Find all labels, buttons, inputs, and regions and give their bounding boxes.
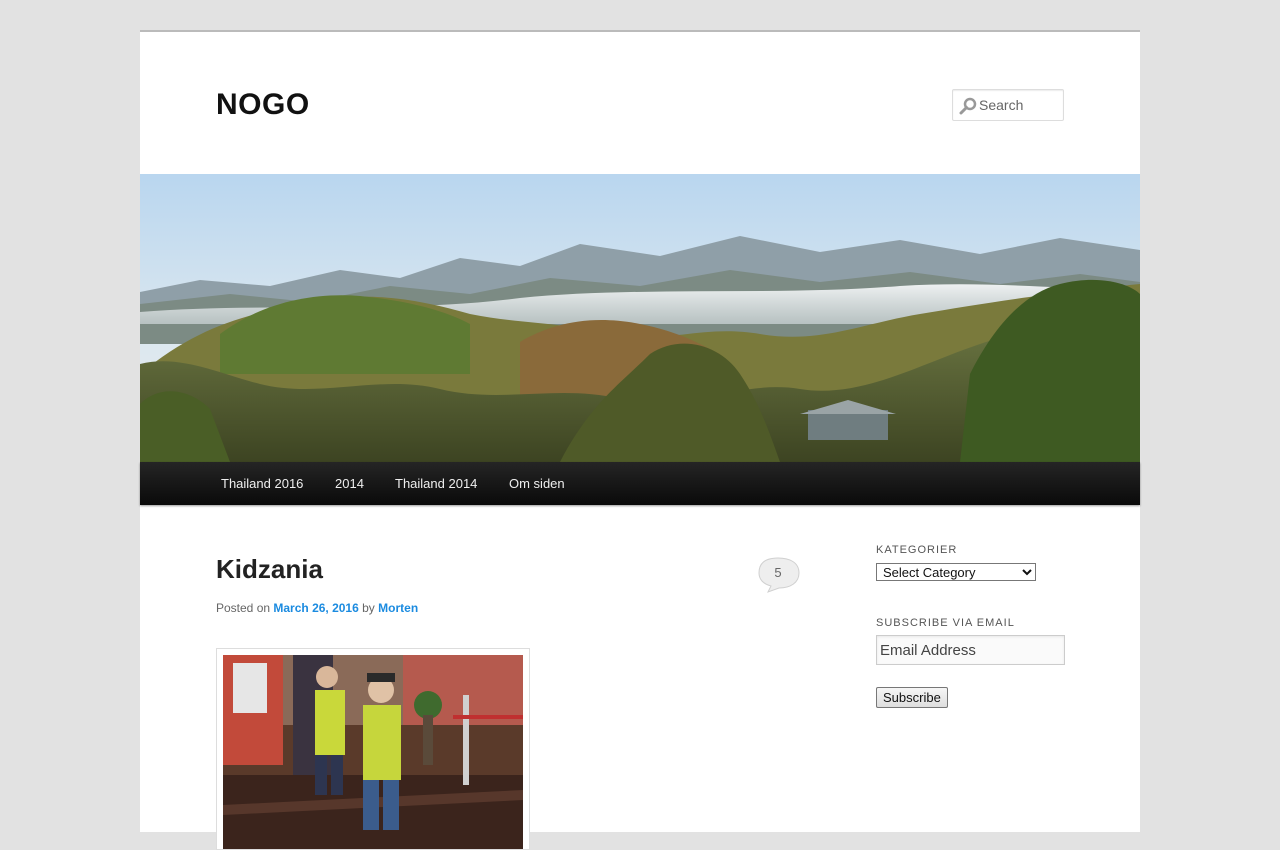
nav-item-thailand-2016[interactable]: Thailand 2016 [221,462,303,505]
posted-on-label: Posted on [216,601,271,615]
comments-count: 5 [774,565,782,580]
category-select[interactable]: Select Category [876,563,1036,581]
post-title[interactable]: Kidzania [216,554,323,585]
post-image-frame [216,648,530,850]
by-label: by [362,601,375,615]
header-image[interactable] [140,174,1140,462]
site-title[interactable]: NOGO [216,88,310,122]
post-image[interactable] [223,655,523,850]
search-box[interactable] [952,89,1064,121]
comments-count-bubble[interactable]: 5 [758,557,800,593]
page: NOGO Search Thailand 2016 2014 Thailand … [140,30,1140,850]
email-field[interactable] [876,635,1065,665]
subscribe-button[interactable]: Subscribe [876,687,948,708]
search-input[interactable] [979,90,1059,120]
post-date-link[interactable]: March 26, 2016 [273,601,358,615]
author-link[interactable]: Morten [378,601,418,615]
search-icon [959,97,977,115]
nav-item-thailand-2014[interactable]: Thailand 2014 [395,462,477,505]
categories-widget-title: KATEGORIER [876,544,958,556]
nav-item-om-siden[interactable]: Om siden [509,462,565,505]
main-nav: Thailand 2016 2014 Thailand 2014 Om side… [140,462,1140,505]
nav-item-2014[interactable]: 2014 [335,462,364,505]
subscribe-widget-title: SUBSCRIBE VIA EMAIL [876,617,1015,629]
post-meta: Posted on March 26, 2016 by Morten [216,601,418,615]
